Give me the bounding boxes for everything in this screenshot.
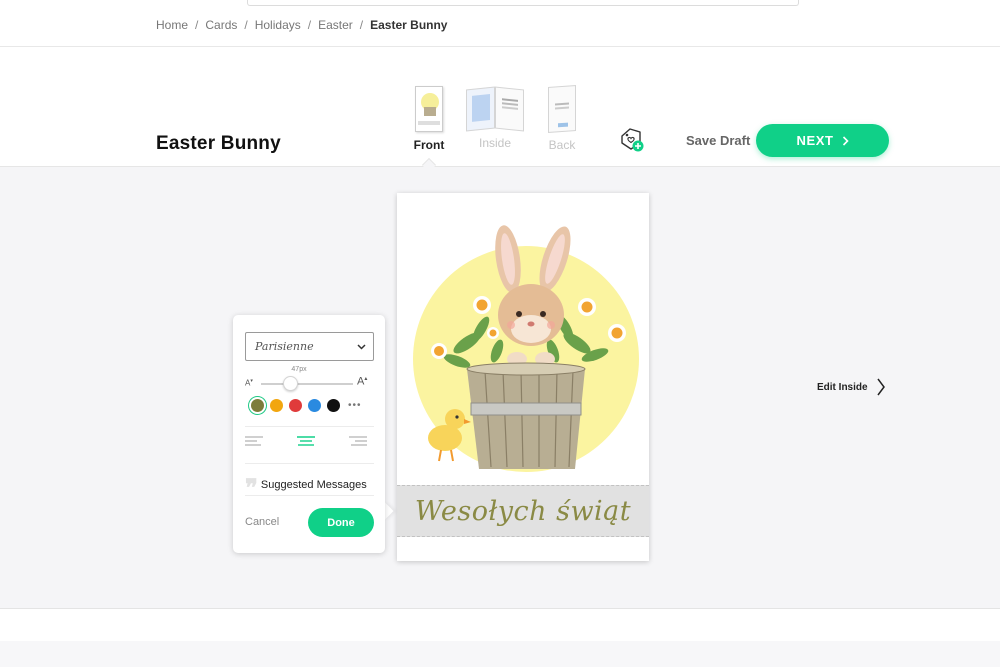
cancel-button[interactable]: Cancel [245,516,279,528]
color-swatch-red[interactable] [289,399,302,412]
edit-inside-label: Edit Inside [817,381,868,393]
color-swatch-orange[interactable] [270,399,283,412]
tab-front-label: Front [413,138,445,152]
page-title: Easter Bunny [156,133,281,154]
more-colors-button[interactable]: ••• [348,400,362,411]
color-swatches: ••• [251,399,362,412]
chevron-right-icon [842,135,849,146]
divider [245,495,374,496]
inside-thumbnail [466,86,524,132]
align-left-icon[interactable] [245,435,265,449]
increase-size-icon[interactable]: A▴ [357,375,367,388]
font-select-value: Parisienne [255,340,314,353]
font-size-slider-handle[interactable] [283,376,299,391]
suggested-messages-label: Suggested Messages [260,479,367,491]
font-size-slider[interactable] [261,383,353,385]
color-swatch-olive[interactable] [251,399,264,412]
divider [245,426,374,427]
edit-inside-link[interactable]: Edit Inside [817,377,886,397]
tab-back[interactable]: Back [532,85,592,152]
card-message-text[interactable]: Wesołych świąt [415,496,631,527]
color-swatch-blue[interactable] [308,399,321,412]
breadcrumb-separator: / [195,18,199,32]
breadcrumb-holidays[interactable]: Holidays [255,18,301,32]
done-button[interactable]: Done [308,508,374,537]
card-message-area[interactable]: Wesołych świąt [397,485,649,537]
decrease-size-icon[interactable]: A▾ [245,378,253,388]
easter-bunny-illustration [413,225,639,472]
color-swatch-black[interactable] [327,399,340,412]
tab-inside-label: Inside [478,136,512,150]
breadcrumb-separator: / [307,18,312,32]
tab-inside[interactable]: Inside [465,86,525,150]
align-center-icon[interactable] [296,435,316,449]
back-thumbnail [548,85,576,133]
divider [245,463,374,464]
footer-strip [0,641,1000,667]
align-right-icon[interactable] [347,435,367,449]
breadcrumb-home[interactable]: Home [156,18,188,32]
chevron-right-icon [876,378,885,396]
next-button[interactable]: NEXT [756,124,889,157]
breadcrumb-separator: / [359,18,364,32]
next-button-label: NEXT [796,133,834,148]
heart-tag-add-icon[interactable] [618,126,646,154]
card-front-preview[interactable]: Wesołych świąt [397,193,649,561]
front-thumbnail [415,86,443,132]
font-select[interactable]: Parisienne [245,332,374,361]
font-size-value: 47px [291,366,307,373]
breadcrumb-separator: / [244,18,248,32]
header-divider [0,46,1000,47]
breadcrumb-easter[interactable]: Easter [318,18,353,32]
tab-front[interactable]: Front [399,86,459,152]
breadcrumb: Home / Cards / Holidays / Easter / Easte… [156,18,447,32]
tab-back-label: Back [548,138,576,152]
search-bar-edge[interactable] [247,0,799,6]
chevron-down-icon [357,343,366,350]
text-tool-panel: Parisienne 47px A▾ A▴ ••• ❞ Suggested Me… [233,315,385,553]
breadcrumb-cards[interactable]: Cards [205,18,237,32]
breadcrumb-current: Easter Bunny [370,18,448,32]
suggested-messages-button[interactable]: ❞ Suggested Messages [245,473,367,500]
save-draft-button[interactable]: Save Draft [686,133,750,148]
